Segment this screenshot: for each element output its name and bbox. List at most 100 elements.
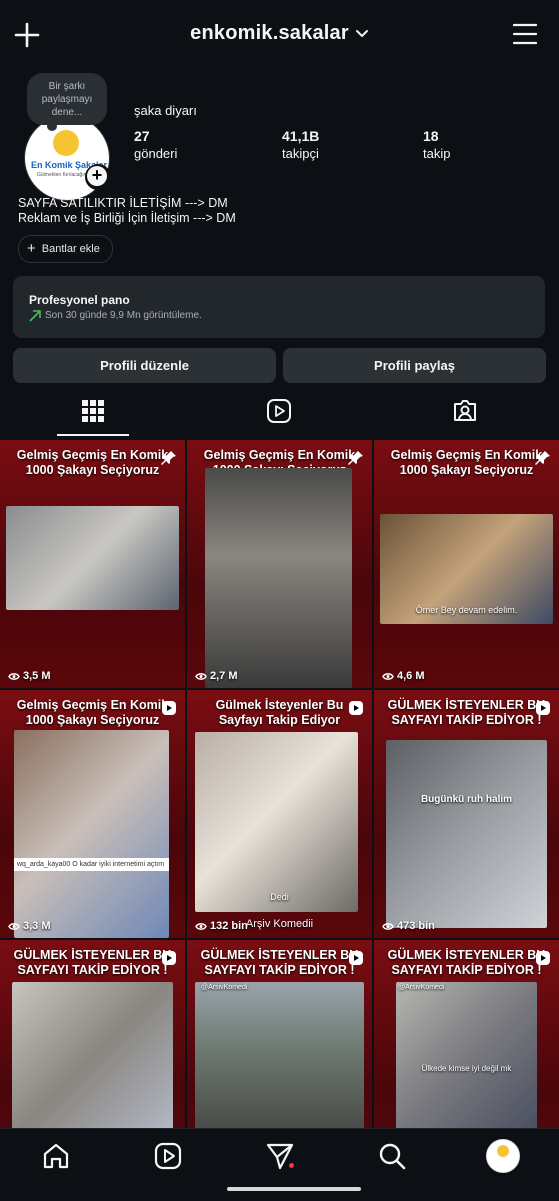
tab-tagged[interactable] — [372, 392, 558, 436]
laughing-face-logo — [53, 130, 79, 156]
stat-label: takip — [423, 146, 451, 161]
note-bubble[interactable]: Bir şarkı paylaşmayı dene... — [27, 73, 107, 131]
view-count: 473 bin — [382, 920, 435, 932]
add-story-button[interactable]: + — [85, 164, 111, 190]
post-tile[interactable]: GÜLMEK İSTEYENLER BU SAYFAYI TAKİP EDİYO… — [187, 940, 372, 1130]
dashboard-title: Profesyonel pano — [29, 293, 130, 307]
post-thumbnail — [12, 982, 173, 1130]
edit-profile-button[interactable]: Profili düzenle — [13, 348, 276, 383]
post-subtitle: Bugünkü ruh halim — [420, 794, 513, 805]
home-icon[interactable] — [41, 1141, 71, 1171]
pin-icon — [161, 451, 176, 465]
username: enkomik.sakalar — [190, 22, 349, 44]
post-caption: GÜLMEK İSTEYENLER BU SAYFAYI TAKİP EDİYO… — [13, 948, 172, 977]
dashboard-subtitle: Son 30 günde 9,9 Mn görüntüleme. — [45, 310, 202, 321]
post-subtitle: wq_arda_kaya00 O kadar iyiki internetimi… — [14, 858, 169, 871]
top-bar: enkomik.sakalar — [0, 0, 559, 72]
post-thumbnail — [396, 982, 537, 1130]
profile-avatar[interactable]: En Komik Şakalar Gülmekten Kırılacağınız… — [24, 115, 111, 201]
bio: SAYFA SATILIKTIR İLETİŞİM ---> DM Reklam… — [18, 196, 236, 226]
reels-icon — [267, 399, 291, 423]
post-thumbnail — [6, 506, 179, 610]
menu-icon[interactable] — [513, 22, 537, 46]
post-subtitle: Ülkede kimse iyi değil mk — [421, 1064, 512, 1073]
add-highlights-button[interactable]: + Bantlar ekle — [18, 235, 113, 263]
post-tile[interactable]: Gelmiş Geçmiş En Komik 1000 Şakayı Seçiy… — [0, 690, 185, 938]
share-profile-button[interactable]: Profili paylaş — [283, 348, 546, 383]
post-tile[interactable]: GÜLMEK İSTEYENLER BU SAYFAYI TAKİP EDİYO… — [374, 940, 559, 1130]
add-highlights-label: Bantlar ekle — [41, 243, 100, 255]
pin-icon — [535, 451, 550, 465]
post-caption: Gelmiş Geçmiş En Komik 1000 Şakayı Seçiy… — [16, 448, 169, 477]
profile-tabs — [0, 392, 559, 438]
notification-dot — [289, 1163, 294, 1168]
stat-value: 18 — [423, 128, 439, 144]
profile-name: şaka diyarı — [134, 103, 197, 118]
posts-grid: Gelmiş Geçmiş En Komik 1000 Şakayı Seçiy… — [0, 440, 559, 1130]
username-switcher[interactable]: enkomik.sakalar — [0, 22, 559, 45]
eye-icon — [8, 923, 20, 930]
tab-grid[interactable] — [0, 392, 186, 436]
post-caption: GÜLMEK İSTEYENLER BU SAYFAYI TAKİP EDİYO… — [387, 698, 546, 727]
post-caption: Gelmiş Geçmiş En Komik 1000 Şakayı Seçiy… — [16, 698, 169, 727]
post-tile[interactable]: GÜLMEK İSTEYENLER BU SAYFAYI TAKİP EDİYO… — [0, 940, 185, 1130]
view-count: 132 bin — [195, 920, 248, 932]
stat-followers[interactable]: 41,1B takipçi — [282, 128, 319, 162]
post-tag: @ArsivKomedi — [201, 984, 248, 991]
tab-reels[interactable] — [186, 392, 372, 436]
bio-line: Reklam ve İş Birliği İçin İletişim ---> … — [18, 211, 236, 225]
stat-label: gönderi — [134, 146, 178, 161]
post-tile[interactable]: Gelmiş Geçmiş En Komik 1000 Şakayı Seçiy… — [374, 440, 559, 688]
post-caption: Gelmiş Geçmiş En Komik 1000 Şakayı Seçiy… — [390, 448, 543, 477]
post-caption: GÜLMEK İSTEYENLER BU SAYFAYI TAKİP EDİYO… — [200, 948, 359, 977]
professional-dashboard[interactable]: Profesyonel pano Son 30 günde 9,9 Mn gör… — [13, 276, 545, 338]
post-thumbnail — [195, 732, 358, 912]
stat-label: takipçi — [282, 146, 319, 161]
home-indicator — [227, 1187, 361, 1191]
grid-icon — [82, 400, 104, 422]
view-count-text: 4,6 M — [397, 670, 425, 682]
stat-value: 41,1B — [282, 128, 320, 144]
chevron-down-icon — [355, 29, 368, 38]
view-count: 3,3 M — [8, 920, 51, 932]
stat-posts[interactable]: 27 gönderi — [134, 128, 177, 162]
post-tile[interactable]: Gelmiş Geçmiş En Komik 1000 Şakayı Seçiy… — [187, 440, 372, 688]
reels-icon[interactable] — [153, 1141, 183, 1171]
bio-line: SAYFA SATILIKTIR İLETİŞİM ---> DM — [18, 196, 228, 210]
reel-icon — [162, 951, 176, 965]
post-subtitle: Ömer Bey devam edelim. — [415, 605, 518, 615]
reel-icon — [349, 951, 363, 965]
note-text: Bir şarkı paylaşmayı dene... — [41, 81, 93, 118]
view-count-text: 2,7 M — [210, 670, 238, 682]
search-icon[interactable] — [377, 1141, 407, 1171]
stat-following[interactable]: 18 takip — [423, 128, 450, 162]
tagged-person-icon — [454, 400, 476, 421]
eye-icon — [8, 673, 20, 680]
post-caption: GÜLMEK İSTEYENLER BU SAYFAYI TAKİP EDİYO… — [387, 948, 546, 977]
post-tile[interactable]: Gülmek İsteyenler Bu Sayfayı Takip Ediyo… — [187, 690, 372, 938]
view-count-text: 473 bin — [397, 920, 435, 932]
stat-value: 27 — [134, 128, 150, 144]
reel-icon — [162, 701, 176, 715]
post-thumbnail — [195, 982, 364, 1130]
profile-avatar-tab[interactable] — [486, 1139, 520, 1173]
post-thumbnail — [205, 468, 352, 688]
post-thumbnail — [386, 740, 547, 928]
post-tile[interactable]: Gelmiş Geçmiş En Komik 1000 Şakayı Seçiy… — [0, 440, 185, 688]
eye-icon — [382, 673, 394, 680]
post-subtitle: Dedi — [270, 892, 289, 902]
plus-icon: + — [27, 240, 36, 257]
view-count: 4,6 M — [382, 670, 425, 682]
view-count-text: 3,5 M — [23, 670, 51, 682]
post-tag: @ArsivKomedi — [398, 984, 445, 991]
eye-icon — [195, 923, 207, 930]
view-count-text: 3,3 M — [23, 920, 51, 932]
trend-up-icon — [29, 310, 41, 322]
eye-icon — [382, 923, 394, 930]
view-count-text: 132 bin — [210, 920, 248, 932]
view-count: 2,7 M — [195, 670, 238, 682]
post-caption: Gülmek İsteyenler Bu Sayfayı Takip Ediyo… — [215, 698, 344, 727]
post-tile[interactable]: GÜLMEK İSTEYENLER BU SAYFAYI TAKİP EDİYO… — [374, 690, 559, 938]
reel-icon — [536, 701, 550, 715]
plus-icon: + — [87, 166, 107, 186]
